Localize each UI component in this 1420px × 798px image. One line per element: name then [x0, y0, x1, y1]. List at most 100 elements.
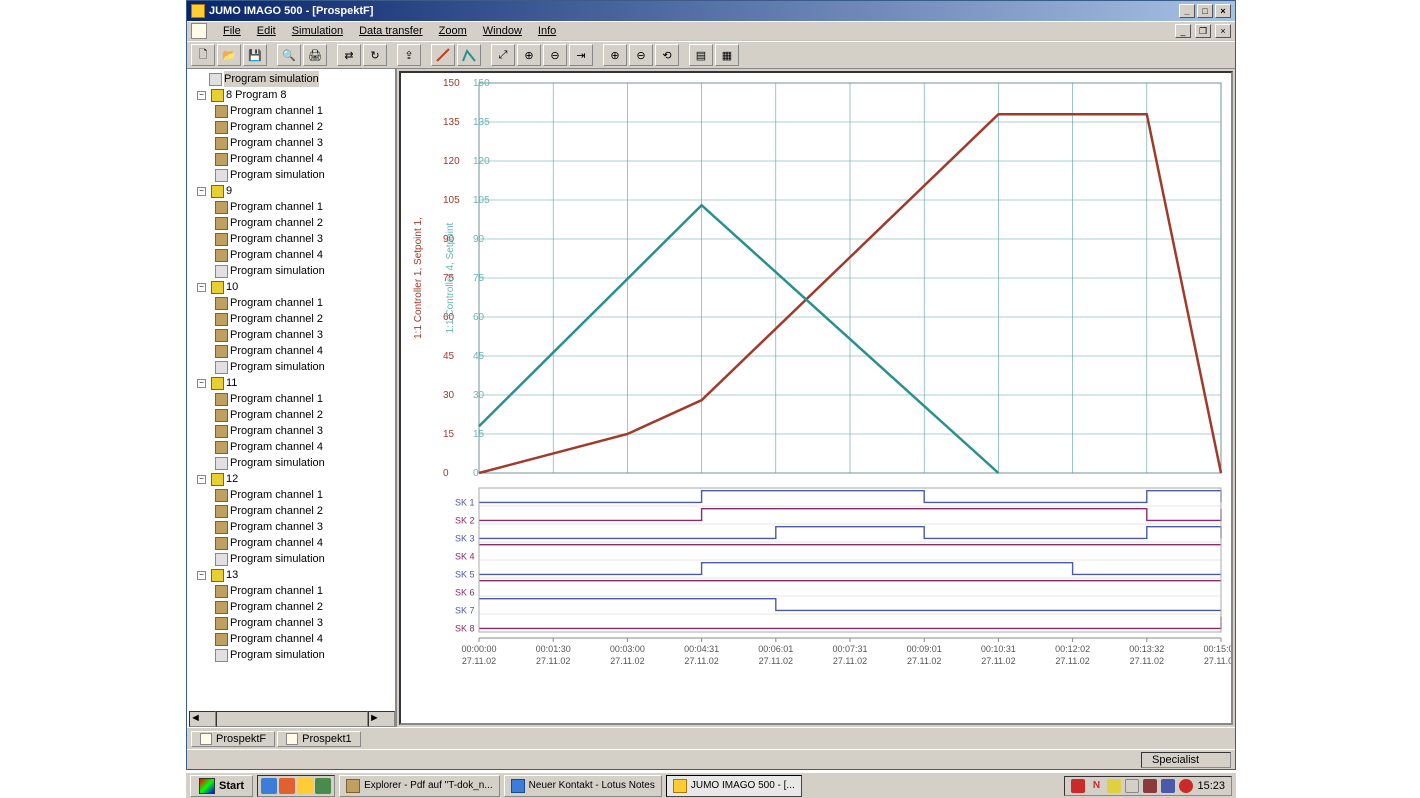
- tb-zoom-in-icon[interactable]: ⊕: [517, 44, 541, 66]
- tree-item[interactable]: Program channel 3: [215, 231, 393, 247]
- menu-file[interactable]: File: [223, 25, 241, 37]
- tree-item[interactable]: Program channel 3: [215, 615, 393, 631]
- tree-item[interactable]: Program channel 4: [215, 151, 393, 167]
- mdi-minimize-button[interactable]: _: [1175, 24, 1191, 38]
- tree-item[interactable]: Program channel 3: [215, 327, 393, 343]
- start-button[interactable]: Start: [190, 775, 253, 797]
- doc-tab-1[interactable]: Prospekt1: [277, 731, 361, 747]
- tree-item[interactable]: Program channel 2: [215, 119, 393, 135]
- tree-item[interactable]: Program channel 1: [215, 487, 393, 503]
- tree-group[interactable]: −9: [197, 183, 393, 199]
- tree-item[interactable]: Program channel 1: [215, 583, 393, 599]
- tb-export-icon[interactable]: ⇪: [397, 44, 421, 66]
- ql-icon-2[interactable]: [279, 778, 295, 794]
- title-bar[interactable]: JUMO IMAGO 500 - [ProspektF] _ □ ×: [187, 1, 1235, 21]
- tb-new-icon[interactable]: 🗋: [191, 44, 215, 66]
- tree-item[interactable]: Program channel 1: [215, 295, 393, 311]
- menu-edit[interactable]: Edit: [257, 25, 276, 37]
- tb-cascade-icon[interactable]: ▤: [689, 44, 713, 66]
- toolbar: 🗋 📂 💾 🔍 🖨 ⇄ ↻ ⇪ ⤢ ⊕ ⊖ ⇥ ⊕ ⊖ ⟲ ▤ ▦: [187, 41, 1235, 69]
- tree-item[interactable]: Program simulation: [215, 551, 393, 567]
- tb-preview-icon[interactable]: 🔍: [277, 44, 301, 66]
- tree-item[interactable]: Program channel 4: [215, 535, 393, 551]
- tree-item[interactable]: Program channel 4: [215, 631, 393, 647]
- tree-item[interactable]: Program channel 1: [215, 103, 393, 119]
- svg-text:120: 120: [473, 156, 490, 167]
- tree-scrollbar[interactable]: [216, 711, 368, 727]
- task-button-1[interactable]: Neuer Kontakt - Lotus Notes: [504, 775, 662, 797]
- menu-zoom[interactable]: Zoom: [439, 25, 467, 37]
- tree-group[interactable]: −11: [197, 375, 393, 391]
- tree-list[interactable]: Program simulation−8 Program 8Program ch…: [189, 69, 395, 711]
- svg-text:120: 120: [443, 156, 460, 167]
- tree-item[interactable]: Program simulation: [215, 647, 393, 663]
- tb-line2-icon[interactable]: [457, 44, 481, 66]
- svg-text:SK 3: SK 3: [455, 533, 475, 543]
- tb-line1-icon[interactable]: [431, 44, 455, 66]
- tb-refresh-icon[interactable]: ↻: [363, 44, 387, 66]
- tb-zoom2-in-icon[interactable]: ⊕: [603, 44, 627, 66]
- close-button[interactable]: ×: [1215, 4, 1231, 18]
- tb-connect-icon[interactable]: ⇄: [337, 44, 361, 66]
- tree-item[interactable]: Program simulation: [215, 455, 393, 471]
- tree-item[interactable]: Program simulation: [215, 359, 393, 375]
- tree-item[interactable]: Program channel 2: [215, 407, 393, 423]
- tray-icon[interactable]: [1143, 779, 1157, 793]
- svg-text:27.11.02: 27.11.02: [759, 656, 793, 666]
- tb-print-icon[interactable]: 🖨: [303, 44, 327, 66]
- svg-text:60: 60: [473, 312, 485, 323]
- tree-group[interactable]: −13: [197, 567, 393, 583]
- ql-icon-4[interactable]: [315, 778, 331, 794]
- doc-tab-0[interactable]: ProspektF: [191, 731, 275, 747]
- tray-icon[interactable]: [1071, 779, 1085, 793]
- menu-window[interactable]: Window: [483, 25, 522, 37]
- tree-group[interactable]: −12: [197, 471, 393, 487]
- tree-item[interactable]: Program channel 1: [215, 391, 393, 407]
- tb-zoom2-out-icon[interactable]: ⊖: [629, 44, 653, 66]
- chart-panel[interactable]: 0153045607590105120135150015304560759010…: [399, 71, 1233, 725]
- tree-item[interactable]: Program channel 3: [215, 423, 393, 439]
- tree-group[interactable]: −10: [197, 279, 393, 295]
- tray-icon[interactable]: [1179, 779, 1193, 793]
- menu-simulation[interactable]: Simulation: [292, 25, 343, 37]
- tb-tile-icon[interactable]: ▦: [715, 44, 739, 66]
- tree-item[interactable]: Program channel 2: [215, 503, 393, 519]
- tb-zoom-x-icon[interactable]: ⤢: [491, 44, 515, 66]
- maximize-button[interactable]: □: [1197, 4, 1213, 18]
- tree-group[interactable]: −8 Program 8: [197, 87, 393, 103]
- doc-icon: [191, 23, 207, 39]
- tb-open-icon[interactable]: 📂: [217, 44, 241, 66]
- tree-scroll-left-icon[interactable]: ◄: [189, 711, 216, 727]
- task-button-2[interactable]: JUMO IMAGO 500 - [...: [666, 775, 802, 797]
- tree-item[interactable]: Program channel 2: [215, 215, 393, 231]
- tb-zoom2-reset-icon[interactable]: ⟲: [655, 44, 679, 66]
- tree-item[interactable]: Program channel 2: [215, 311, 393, 327]
- document-tabs: ProspektF Prospekt1: [187, 727, 1235, 749]
- tree-item[interactable]: Program channel 4: [215, 439, 393, 455]
- task-button-0[interactable]: Explorer - Pdf auf "T-dok_n...: [339, 775, 500, 797]
- menu-data-transfer[interactable]: Data transfer: [359, 25, 423, 37]
- tray-icon[interactable]: [1107, 779, 1121, 793]
- tree-item[interactable]: Program channel 2: [215, 599, 393, 615]
- tree-item[interactable]: Program channel 1: [215, 199, 393, 215]
- svg-text:00:01:30: 00:01:30: [536, 644, 571, 654]
- mdi-close-button[interactable]: ×: [1215, 24, 1231, 38]
- tb-zoom-out-icon[interactable]: ⊖: [543, 44, 567, 66]
- mdi-restore-button[interactable]: ❐: [1195, 24, 1211, 38]
- tree-item[interactable]: Program simulation: [215, 263, 393, 279]
- tb-save-icon[interactable]: 💾: [243, 44, 267, 66]
- tree-item[interactable]: Program channel 3: [215, 135, 393, 151]
- tb-zoom-fit-icon[interactable]: ⇥: [569, 44, 593, 66]
- tree-scroll-right-icon[interactable]: ►: [368, 711, 395, 727]
- minimize-button[interactable]: _: [1179, 4, 1195, 18]
- tree-item[interactable]: Program simulation: [215, 167, 393, 183]
- tree-item[interactable]: Program channel 3: [215, 519, 393, 535]
- menu-info[interactable]: Info: [538, 25, 556, 37]
- ql-icon-3[interactable]: [297, 778, 313, 794]
- tree-item[interactable]: Program channel 4: [215, 343, 393, 359]
- ql-icon-1[interactable]: [261, 778, 277, 794]
- tree-item[interactable]: Program channel 4: [215, 247, 393, 263]
- taskbar: Start Explorer - Pdf auf "T-dok_n... Neu…: [186, 772, 1236, 798]
- tray-icon[interactable]: [1125, 779, 1139, 793]
- tray-icon[interactable]: [1161, 779, 1175, 793]
